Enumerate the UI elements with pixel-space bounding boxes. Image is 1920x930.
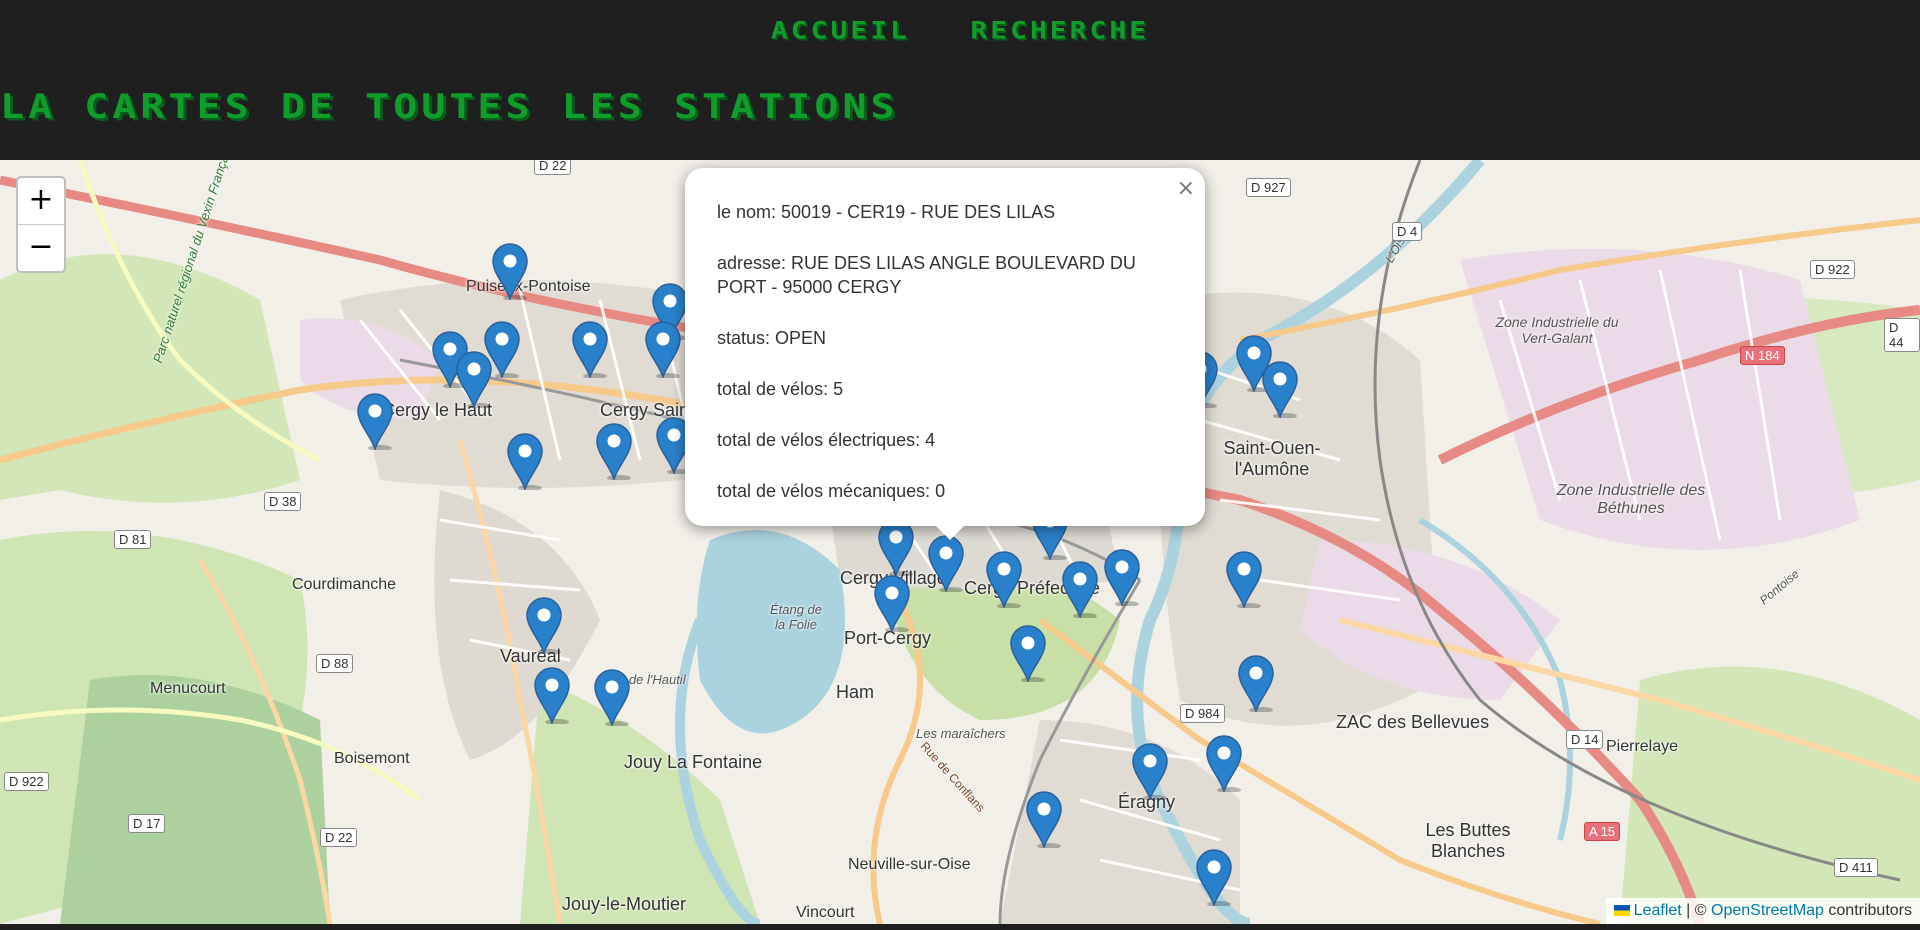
- main-nav: ACCUEIL RECHERCHE: [0, 14, 1920, 47]
- popup-total-bikes: total de vélos: 5: [717, 379, 844, 399]
- road-shield: D 81: [114, 530, 152, 549]
- station-marker-icon[interactable]: [1237, 654, 1275, 714]
- station-marker-icon[interactable]: [571, 320, 609, 380]
- road-shield: D 44: [1884, 318, 1920, 352]
- station-marker-icon[interactable]: [593, 668, 631, 728]
- zoom-in-button[interactable]: +: [18, 178, 64, 224]
- station-marker-icon[interactable]: [595, 422, 633, 482]
- zoom-control: + −: [16, 176, 66, 273]
- road-shield: D 14: [1566, 730, 1604, 749]
- road-shield: D 22: [534, 160, 572, 175]
- map-label: Pierrelaye: [1606, 738, 1679, 755]
- popup-electric-bikes: total de vélos électriques: 4: [717, 430, 936, 450]
- station-marker-icon[interactable]: [1195, 848, 1233, 908]
- ukraine-flag-icon: [1613, 905, 1630, 917]
- station-marker-icon[interactable]: [1025, 790, 1063, 850]
- map-label: Saint-Ouen-l'Aumône: [1223, 438, 1321, 479]
- road-shield: A 15: [1584, 822, 1621, 841]
- road-shield: D 4: [1392, 222, 1423, 241]
- map-label: Jouy-le-Moutier: [562, 894, 687, 914]
- road-shield: D 17: [128, 814, 166, 833]
- station-marker-icon[interactable]: [873, 574, 911, 634]
- road-shield: D 927: [1246, 178, 1291, 197]
- map-label: Les maraîchers: [916, 726, 1006, 741]
- map-label: Ham: [836, 682, 875, 702]
- station-marker-icon[interactable]: [1205, 734, 1243, 794]
- popup-station-status: status: OPEN: [717, 328, 827, 348]
- road-shield: D 88: [316, 654, 354, 673]
- station-marker-icon[interactable]: [1103, 548, 1141, 608]
- station-marker-icon[interactable]: [1261, 360, 1299, 420]
- popup-close-button[interactable]: ×: [1177, 176, 1195, 201]
- station-marker-icon[interactable]: [1009, 624, 1047, 684]
- popup-content: le nom: 50019 - CER19 - RUE DES LILAS ad…: [717, 200, 1177, 530]
- attribution-contributors: contributors: [1823, 902, 1912, 919]
- road-shield: D 22: [320, 828, 358, 847]
- station-marker-icon[interactable]: [1061, 560, 1099, 620]
- map-label: Neuville-sur-Oise: [848, 856, 971, 873]
- zoom-out-button[interactable]: −: [18, 224, 64, 271]
- station-marker-icon[interactable]: [356, 392, 394, 452]
- station-marker-icon[interactable]: [491, 242, 529, 302]
- station-marker-icon[interactable]: [644, 320, 682, 380]
- station-marker-icon[interactable]: [506, 432, 544, 492]
- road-shield: N 184: [1740, 346, 1785, 365]
- openstreetmap-link[interactable]: OpenStreetMap: [1711, 902, 1824, 919]
- popup-station-address: adresse: RUE DES LILAS ANGLE BOULEVARD D…: [717, 253, 1136, 297]
- popup-tip: [935, 525, 965, 540]
- map-label: Menucourt: [150, 680, 226, 697]
- stations-map[interactable]: Puiseux-Pontoise Cergy le Haut Cergy Sai…: [0, 160, 1920, 924]
- leaflet-link[interactable]: Leaflet: [1634, 902, 1682, 919]
- map-attribution: Leaflet | © OpenStreetMap contributors: [1605, 898, 1920, 924]
- station-marker-icon[interactable]: [1225, 550, 1263, 610]
- road-shield: D 922: [1810, 260, 1855, 279]
- station-marker-icon[interactable]: [455, 350, 493, 410]
- station-marker-icon[interactable]: [525, 596, 563, 656]
- page-title: LA CARTES DE TOUTES LES STATIONS: [0, 87, 899, 127]
- station-popup: × le nom: 50019 - CER19 - RUE DES LILAS …: [685, 168, 1205, 540]
- map-label: Étang de la Folie: [769, 602, 823, 632]
- attribution-separator: | ©: [1681, 902, 1711, 919]
- map-label: Jouy La Fontaine: [624, 752, 763, 772]
- nav-search-link[interactable]: RECHERCHE: [970, 16, 1149, 44]
- map-label: Vincourt: [796, 904, 855, 921]
- road-shield: D 411: [1834, 858, 1878, 877]
- map-label: Boisemont: [334, 750, 410, 767]
- road-shield: D 922: [4, 772, 49, 791]
- site-header: ACCUEIL RECHERCHE LA CARTES DE TOUTES LE…: [0, 0, 1920, 160]
- station-marker-icon[interactable]: [1131, 742, 1169, 802]
- map-label: ZAC des Bellevues: [1336, 712, 1490, 732]
- map-label: Zone Industrielle des Béthunes: [1556, 482, 1706, 517]
- station-marker-icon[interactable]: [533, 666, 571, 726]
- road-shield: D 984: [1180, 704, 1225, 723]
- map-label: Les Buttes Blanches: [1425, 820, 1511, 861]
- station-marker-icon[interactable]: [985, 550, 1023, 610]
- road-shield: D 38: [264, 492, 302, 511]
- popup-station-name: le nom: 50019 - CER19 - RUE DES LILAS: [717, 202, 1056, 222]
- map-label: Courdimanche: [292, 576, 397, 593]
- nav-home-link[interactable]: ACCUEIL: [771, 16, 910, 44]
- bottom-strip: [0, 924, 1920, 930]
- map-label: Zone Industrielle du Vert-Galant: [1495, 314, 1619, 346]
- popup-mechanical-bikes: total de vélos mécaniques: 0: [717, 481, 946, 501]
- station-marker-icon[interactable]: [927, 534, 965, 594]
